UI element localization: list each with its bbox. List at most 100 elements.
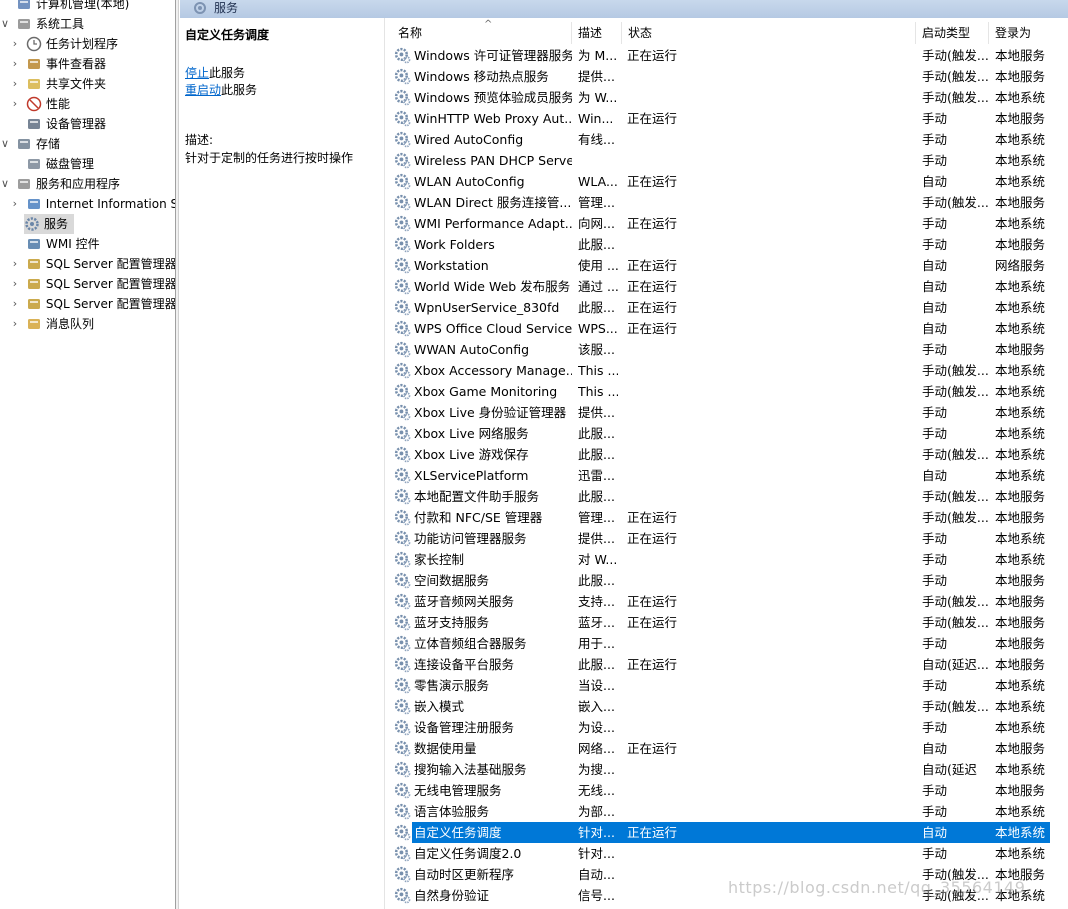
service-gear-icon [394, 887, 412, 905]
tree-item[interactable]: › SQL Server 配置管理器 [10, 254, 175, 274]
restart-service-link[interactable]: 重启动 [185, 83, 221, 97]
service-row[interactable]: Xbox Live 身份验证管理器 提供... 手动 本地系统 [386, 402, 1068, 423]
service-row[interactable]: 语言体验服务 为部... 手动 本地系统 [386, 801, 1068, 822]
service-row[interactable]: 蓝牙音频网关服务 支持... 正在运行 手动(触发... 本地服务 [386, 591, 1068, 612]
watermark: https://blog.csdn.net/qq_35564149 [728, 878, 1026, 897]
service-status: 正在运行 [627, 825, 678, 840]
service-gear-icon [394, 47, 412, 65]
service-row[interactable]: Xbox Live 游戏保存 此服... 手动(触发... 本地系统 [386, 444, 1068, 465]
column-header-startup-type[interactable]: 启动类型 [916, 22, 989, 44]
service-status: 正在运行 [627, 615, 678, 630]
tree-item[interactable]: › SQL Server 配置管理器 [10, 274, 175, 294]
tree-item[interactable]: ∨ 系统工具 [0, 14, 175, 34]
service-logon-as: 本地系统 [995, 132, 1046, 147]
service-name: WWAN AutoConfig [414, 342, 530, 357]
service-row[interactable]: XLServicePlatform 迅雷... 自动 本地系统 [386, 465, 1068, 486]
column-header-logon-as[interactable]: 登录为 [989, 22, 1068, 44]
chevron-right-icon[interactable]: › [10, 274, 20, 294]
service-row[interactable]: WLAN Direct 服务连接管... 管理... 手动(触发... 本地服务 [386, 192, 1068, 213]
clock-icon [26, 36, 42, 52]
tree-item-label: 消息队列 [46, 317, 95, 331]
service-row[interactable]: World Wide Web 发布服务 通过 ... 正在运行 自动 本地系统 [386, 276, 1068, 297]
chevron-right-icon[interactable]: › [10, 54, 20, 74]
service-row[interactable]: Windows 移动热点服务 提供... 手动(触发... 本地服务 [386, 66, 1068, 87]
service-row[interactable]: WWAN AutoConfig 该服... 手动 本地服务 [386, 339, 1068, 360]
service-row[interactable]: WMI Performance Adapt... 向网... 正在运行 手动 本地系统 [386, 213, 1068, 234]
service-gear-icon [394, 824, 412, 842]
service-row[interactable]: 嵌入模式 嵌入... 手动(触发... 本地系统 [386, 696, 1068, 717]
column-header-name[interactable]: 名称 ^ [392, 19, 572, 44]
service-row[interactable]: 功能访问管理器服务 提供... 正在运行 手动 本地系统 [386, 528, 1068, 549]
chevron-right-icon[interactable]: › [10, 194, 20, 214]
service-gear-icon [394, 740, 412, 758]
service-row[interactable]: 本地配置文件助手服务 此服... 手动(触发... 本地服务 [386, 486, 1068, 507]
chevron-down-icon[interactable]: ∨ [0, 134, 10, 154]
service-gear-icon [394, 782, 412, 800]
tree-item[interactable]: › 任务计划程序 [10, 34, 175, 54]
service-row[interactable]: Windows 许可证管理器服务为 M... 正在运行 手动(触发... 本地服务 [386, 45, 1068, 66]
chevron-right-icon[interactable]: › [10, 94, 20, 114]
service-description: 对 W... [578, 552, 618, 567]
tree-item[interactable]: WMI 控件 [10, 234, 175, 254]
service-row[interactable]: 蓝牙支持服务 蓝牙... 正在运行 手动(触发... 本地服务 [386, 612, 1068, 633]
service-row[interactable]: WLAN AutoConfig WLA... 正在运行 自动 本地系统 [386, 171, 1068, 192]
service-row[interactable]: 数据使用量 网络... 正在运行 自动 本地服务 [386, 738, 1068, 759]
service-row[interactable]: Wireless PAN DHCP Server 手动 本地系统 [386, 150, 1068, 171]
tree-item[interactable]: 磁盘管理 [10, 154, 175, 174]
service-logon-as: 本地服务 [995, 489, 1046, 504]
service-row[interactable]: Xbox Live 网络服务 此服... 手动 本地系统 [386, 423, 1068, 444]
tree-item[interactable]: › SQL Server 配置管理器 [10, 294, 175, 314]
service-row[interactable]: 无线电管理服务 无线... 手动 本地服务 [386, 780, 1068, 801]
service-logon-as: 本地服务 [995, 195, 1046, 210]
tree-item[interactable]: › 性能 [10, 94, 175, 114]
column-header-description[interactable]: 描述 [572, 22, 622, 44]
service-status: 正在运行 [627, 174, 678, 189]
service-gear-icon [394, 425, 412, 443]
service-row[interactable]: 付款和 NFC/SE 管理器 管理... 正在运行 手动(触发... 本地服务 [386, 507, 1068, 528]
service-row[interactable]: 自定义任务调度2.0 针对... 手动 本地系统 [386, 843, 1068, 864]
service-logon-as: 本地系统 [995, 90, 1046, 105]
column-header-status[interactable]: 状态 [622, 22, 916, 44]
tree-item[interactable]: › 消息队列 [10, 314, 175, 334]
service-row[interactable]: 自定义任务调度 针对... 正在运行 自动 本地系统 [394, 822, 1050, 843]
service-row[interactable]: 连接设备平台服务 此服... 正在运行 自动(延迟... 本地服务 [386, 654, 1068, 675]
service-row[interactable]: 零售演示服务 当设... 手动 本地系统 [386, 675, 1068, 696]
service-row[interactable]: Wired AutoConfig 有线... 手动 本地系统 [386, 129, 1068, 150]
service-row[interactable]: Work Folders 此服... 手动 本地服务 [386, 234, 1068, 255]
service-row[interactable]: Workstation 使用 ... 正在运行 自动 网络服务 [386, 255, 1068, 276]
service-row[interactable]: 空间数据服务 此服... 手动 本地服务 [386, 570, 1068, 591]
service-row[interactable]: Xbox Game Monitoring This ... 手动(触发... 本地系统 [386, 381, 1068, 402]
tree-item[interactable]: › Internet Information S [10, 194, 175, 214]
chevron-down-icon[interactable]: ∨ [0, 14, 10, 34]
service-row[interactable]: WinHTTP Web Proxy Aut... Win... 正在运行 手动 本地服务 [386, 108, 1068, 129]
service-gear-icon [394, 131, 412, 149]
tree-item[interactable]: 设备管理器 [10, 114, 175, 134]
service-row[interactable]: Xbox Accessory Manage... This ... 手动(触发...… [386, 360, 1068, 381]
stop-service-link[interactable]: 停止 [185, 66, 209, 80]
service-row[interactable]: Windows 预览体验成员服务为 W... 手动(触发... 本地系统 [386, 87, 1068, 108]
tree-item[interactable]: 服务 [24, 214, 74, 234]
chevron-right-icon[interactable]: › [10, 74, 20, 94]
service-row[interactable]: 设备管理注册服务 为设... 手动 本地系统 [386, 717, 1068, 738]
chevron-right-icon[interactable]: › [10, 34, 20, 54]
tree-item[interactable]: › 事件查看器 [10, 54, 175, 74]
service-name: 无线电管理服务 [414, 783, 502, 798]
tree-item[interactable]: 计算机管理(本地) [0, 0, 175, 14]
service-row[interactable]: 立体音频组合器服务 用于... 手动 本地服务 [386, 633, 1068, 654]
service-row[interactable]: 搜狗输入法基础服务 为搜... 自动(延迟 本地系统 [386, 759, 1068, 780]
chevron-right-icon[interactable]: › [10, 314, 20, 334]
chevron-right-icon[interactable]: › [10, 294, 20, 314]
tree-item[interactable]: › 共享文件夹 [10, 74, 175, 94]
service-description: 无线... [578, 783, 615, 798]
service-description: 针对... [578, 825, 615, 840]
tree-item[interactable]: ∨ 服务和应用程序 [0, 174, 175, 194]
service-gear-icon [394, 530, 412, 548]
service-logon-as: 本地服务 [995, 594, 1046, 609]
pane-splitter[interactable] [175, 0, 179, 909]
service-row[interactable]: WPS Office Cloud Service WPS... 正在运行 自动 本地系统 [386, 318, 1068, 339]
service-row[interactable]: WpnUserService_830fd 此服... 正在运行 自动 本地系统 [386, 297, 1068, 318]
chevron-right-icon[interactable]: › [10, 254, 20, 274]
tree-item[interactable]: ∨ 存储 [0, 134, 175, 154]
chevron-down-icon[interactable]: ∨ [0, 174, 10, 194]
service-row[interactable]: 家长控制 对 W... 手动 本地系统 [386, 549, 1068, 570]
